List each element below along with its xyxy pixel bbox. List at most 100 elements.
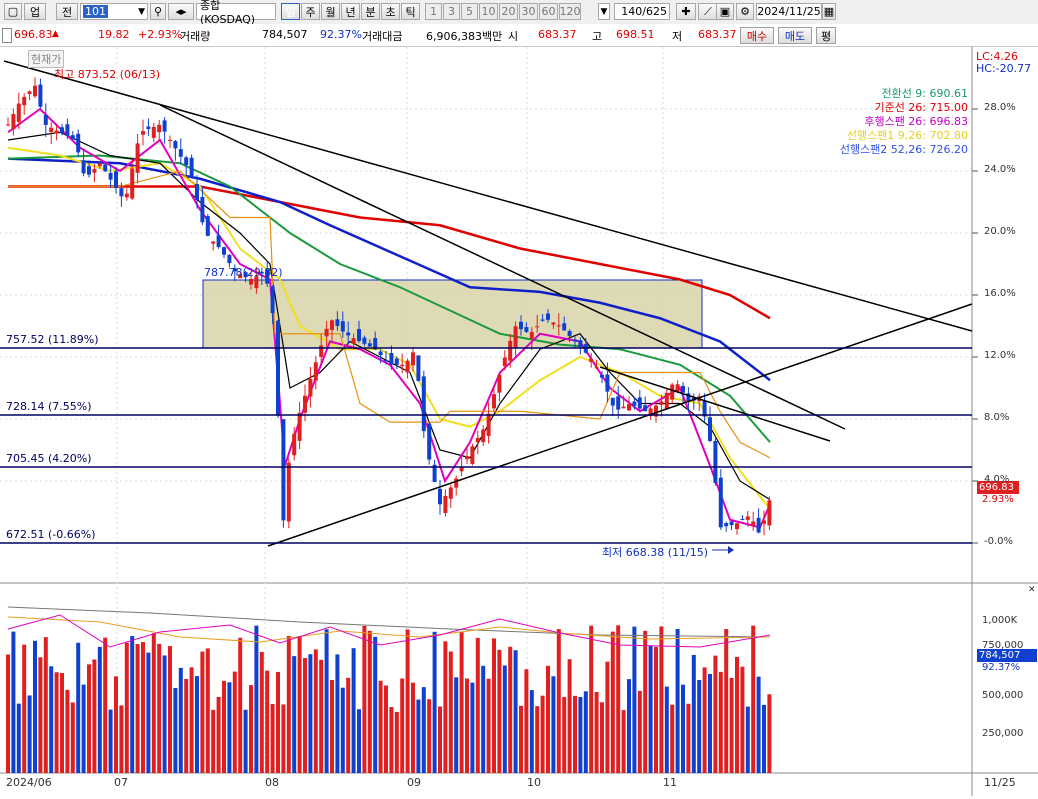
volume-bar (135, 644, 140, 773)
expand-icon[interactable] (2, 28, 12, 43)
period-3[interactable]: 년 (341, 3, 360, 20)
candle (756, 517, 761, 533)
minute-option-3[interactable]: 10 (479, 3, 498, 20)
volume-bar (675, 628, 680, 773)
volume-bar (151, 633, 156, 773)
sell-button[interactable]: 매도 (778, 27, 812, 44)
period-6[interactable]: 틱 (401, 3, 420, 20)
volume-bar (573, 695, 577, 773)
type-label: 전 (61, 5, 73, 19)
level-label: 705.45 (4.20%) (6, 452, 92, 465)
candle (297, 412, 302, 441)
price-chart[interactable] (0, 47, 1038, 796)
window-menu-icon[interactable]: ▢ (4, 3, 22, 20)
volume-bar (22, 644, 27, 773)
volume-bar (637, 690, 642, 773)
volume-bar (103, 637, 108, 773)
volume-tick-label: 1,000K (982, 615, 1018, 626)
search-icon[interactable]: ⚲ (150, 3, 166, 20)
candle (621, 406, 626, 409)
volume-bar (119, 705, 124, 773)
buy-button[interactable]: 매수 (740, 27, 774, 44)
count-value: 140 (621, 5, 643, 18)
save-icon[interactable]: ▣ (716, 3, 734, 20)
candle (400, 364, 405, 367)
volume-bar (600, 702, 604, 773)
volume-bar (308, 654, 313, 773)
period-1[interactable]: 주 (301, 3, 320, 20)
minute-option-5[interactable]: 30 (519, 3, 538, 20)
quote-open: 683.37 (538, 28, 577, 41)
calendar-icon[interactable]: ▦ (822, 3, 836, 20)
volume-bar (654, 646, 658, 773)
period-dropdown[interactable]: ▼ (598, 3, 610, 20)
index-name-field[interactable]: 종합(KOSDAQ) (196, 0, 276, 26)
volume-bar (735, 656, 739, 773)
minute-option-4[interactable]: 20 (499, 3, 518, 20)
date-field[interactable]: 2024/11/25 (756, 3, 822, 20)
minute-option-7[interactable]: 120 (559, 3, 581, 20)
period-2[interactable]: 월 (321, 3, 340, 20)
volume-ma-mid (7, 616, 771, 643)
minute-option-1[interactable]: 3 (443, 3, 460, 20)
volume-bar (497, 649, 502, 773)
volume-bar (524, 669, 529, 773)
candle (740, 518, 745, 520)
volume-bar (108, 709, 113, 773)
code-input[interactable]: 101 ▼ (80, 3, 148, 20)
quote-high: 698.51 (616, 28, 655, 41)
candle (448, 487, 453, 499)
period-4[interactable]: 분 (361, 3, 380, 20)
volume-bar (313, 649, 318, 773)
minute-option-0[interactable]: 1 (425, 3, 442, 20)
candle (362, 337, 367, 344)
crosshair-icon[interactable]: ✚ (676, 3, 696, 20)
volume-ma-long (7, 606, 771, 638)
candle (664, 392, 669, 409)
candle (637, 397, 642, 409)
candle (33, 85, 37, 97)
speaker-icon[interactable]: ◂▸ (168, 3, 194, 20)
close-icon[interactable]: ✕ (1028, 586, 1036, 595)
candle (200, 196, 205, 223)
volume-bar (232, 671, 237, 773)
count-input[interactable]: 140/625 (614, 3, 670, 20)
candle (6, 124, 10, 126)
eval-button[interactable]: 평 (816, 27, 836, 44)
candle (567, 331, 572, 336)
volume-bar (38, 657, 43, 773)
candle (492, 394, 496, 409)
volume-bar (718, 671, 723, 773)
candle (222, 247, 226, 255)
period-0[interactable]: 일 (281, 3, 300, 20)
type-select[interactable]: 전 (56, 3, 78, 20)
candle (465, 456, 469, 460)
volume-bar (81, 684, 86, 773)
candle (578, 340, 583, 348)
box-label: 787.78(29.82) (204, 266, 283, 279)
volume-bar (259, 651, 264, 773)
market-select[interactable]: 업 (24, 3, 46, 20)
x-axis-label: 07 (114, 776, 128, 789)
candle (151, 126, 156, 138)
volume-bar (481, 665, 486, 773)
volume-bar (238, 637, 243, 773)
minute-option-2[interactable]: 5 (461, 3, 478, 20)
chart-area[interactable]: LC:4.26 HC:-20.77 전환선 9: 690.61 기준선 26: 7… (0, 47, 1038, 796)
minute-option-6[interactable]: 60 (539, 3, 558, 20)
volume-bar (286, 635, 291, 773)
candle (168, 140, 172, 141)
volume-bar (87, 664, 91, 773)
volume-bar (492, 638, 496, 773)
candle (178, 149, 183, 157)
candle (643, 405, 648, 412)
candle (573, 339, 577, 342)
trendline-icon[interactable]: ⟋ (698, 3, 718, 20)
gear-icon[interactable]: ⚙ (736, 3, 754, 20)
price-tick-label: 8.0% (984, 412, 1010, 423)
candle (11, 114, 16, 130)
period-5[interactable]: 초 (381, 3, 400, 20)
volume-bar (357, 709, 361, 773)
candle (216, 235, 221, 248)
volume-bar (92, 659, 97, 773)
